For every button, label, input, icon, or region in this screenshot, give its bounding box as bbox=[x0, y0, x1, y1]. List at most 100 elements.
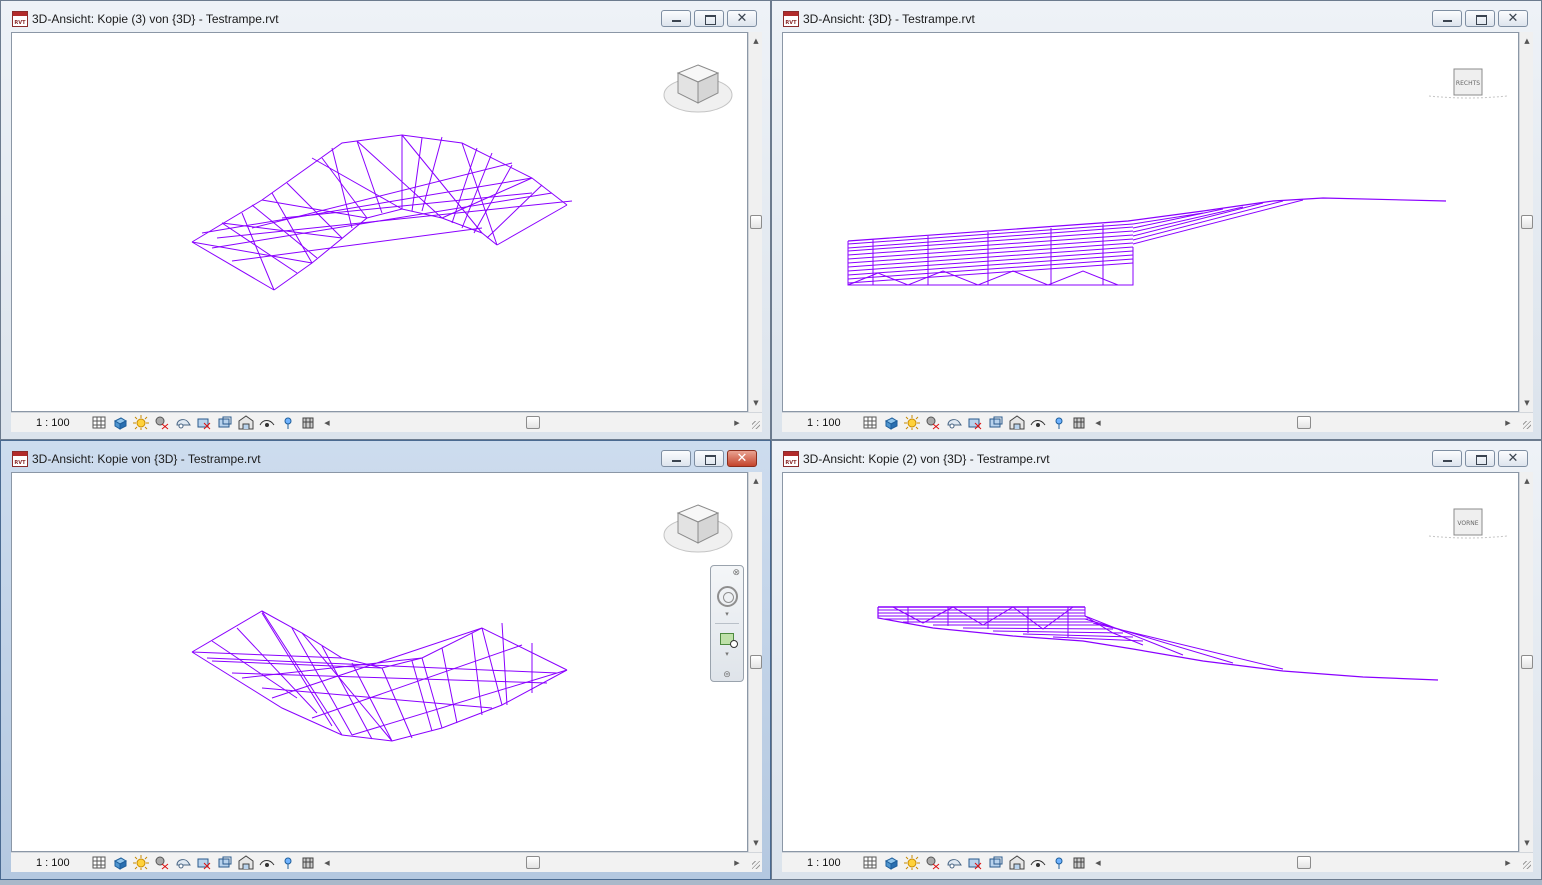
window-titlebar[interactable]: RVT 3D-Ansicht: Kopie von {3D} - Testram… bbox=[1, 441, 770, 471]
detail-level-icon[interactable] bbox=[91, 415, 107, 430]
scroll-left-arrow-icon[interactable]: ◀ bbox=[1092, 416, 1104, 430]
maximize-button[interactable] bbox=[694, 10, 724, 27]
show-crop-region-icon[interactable] bbox=[217, 855, 233, 870]
resize-grip-icon[interactable] bbox=[752, 421, 760, 429]
detail-level-icon[interactable] bbox=[862, 855, 878, 870]
horizontal-scrollbar[interactable]: ◀ ▶ bbox=[1092, 856, 1514, 870]
minimize-button[interactable] bbox=[1432, 450, 1462, 467]
visual-style-icon[interactable] bbox=[112, 415, 128, 430]
view-window-3[interactable]: RVT 3D-Ansicht: Kopie von {3D} - Testram… bbox=[0, 440, 771, 880]
highlight-icon[interactable] bbox=[301, 415, 317, 430]
close-button[interactable]: ✕ bbox=[727, 10, 757, 27]
chevron-down-icon[interactable]: ▾ bbox=[711, 650, 743, 658]
sun-path-icon[interactable] bbox=[133, 415, 149, 430]
reveal-hidden-icon[interactable] bbox=[259, 855, 275, 870]
show-crop-region-icon[interactable] bbox=[217, 415, 233, 430]
maximize-button[interactable] bbox=[694, 450, 724, 467]
drawing-canvas[interactable]: RECHTS bbox=[782, 32, 1519, 412]
sun-path-icon[interactable] bbox=[133, 855, 149, 870]
analysis-icon[interactable] bbox=[1051, 855, 1067, 870]
drawing-canvas[interactable] bbox=[11, 32, 748, 412]
window-titlebar[interactable]: RVT 3D-Ansicht: Kopie (2) von {3D} - Tes… bbox=[772, 441, 1541, 471]
scroll-down-arrow-icon[interactable]: ▼ bbox=[1520, 836, 1534, 850]
scroll-up-arrow-icon[interactable]: ▲ bbox=[1520, 474, 1534, 488]
scroll-thumb[interactable] bbox=[1521, 215, 1533, 229]
drawing-canvas[interactable]: ⊗ ▾ ▾ ⊜ bbox=[11, 472, 748, 852]
scroll-up-arrow-icon[interactable]: ▲ bbox=[1520, 34, 1534, 48]
analysis-icon[interactable] bbox=[280, 415, 296, 430]
scroll-left-arrow-icon[interactable]: ◀ bbox=[321, 856, 333, 870]
temporary-hide-icon[interactable] bbox=[1009, 415, 1025, 430]
scroll-right-arrow-icon[interactable]: ▶ bbox=[1502, 856, 1514, 870]
visual-style-icon[interactable] bbox=[112, 855, 128, 870]
viewcube-right[interactable]: RECHTS bbox=[1423, 67, 1507, 103]
reveal-hidden-icon[interactable] bbox=[1030, 415, 1046, 430]
navbar-close-icon[interactable]: ⊗ bbox=[732, 568, 740, 578]
temporary-hide-icon[interactable] bbox=[1009, 855, 1025, 870]
crop-view-icon[interactable] bbox=[196, 415, 212, 430]
rendering-icon[interactable] bbox=[175, 855, 191, 870]
chevron-down-icon[interactable]: ▾ bbox=[711, 610, 743, 618]
resize-grip-icon[interactable] bbox=[752, 861, 760, 869]
view-window-4[interactable]: RVT 3D-Ansicht: Kopie (2) von {3D} - Tes… bbox=[771, 440, 1542, 880]
horizontal-scrollbar[interactable]: ◀ ▶ bbox=[321, 856, 743, 870]
close-button[interactable]: ✕ bbox=[1498, 10, 1528, 27]
crop-view-icon[interactable] bbox=[967, 855, 983, 870]
resize-grip-icon[interactable] bbox=[1523, 861, 1531, 869]
vertical-scrollbar[interactable]: ▲ ▼ bbox=[1519, 32, 1533, 412]
reveal-hidden-icon[interactable] bbox=[259, 415, 275, 430]
sun-path-icon[interactable] bbox=[904, 415, 920, 430]
scroll-thumb[interactable] bbox=[1521, 655, 1533, 669]
analysis-icon[interactable] bbox=[280, 855, 296, 870]
shadows-icon[interactable] bbox=[925, 855, 941, 870]
visual-style-icon[interactable] bbox=[883, 415, 899, 430]
analysis-icon[interactable] bbox=[1051, 415, 1067, 430]
shadows-icon[interactable] bbox=[925, 415, 941, 430]
shadows-icon[interactable] bbox=[154, 415, 170, 430]
horizontal-scrollbar[interactable]: ◀ ▶ bbox=[1092, 416, 1514, 430]
zoom-icon[interactable] bbox=[720, 633, 738, 648]
highlight-icon[interactable] bbox=[301, 855, 317, 870]
minimize-button[interactable] bbox=[661, 450, 691, 467]
temporary-hide-icon[interactable] bbox=[238, 415, 254, 430]
view-scale[interactable]: 1 : 100 bbox=[36, 417, 70, 429]
viewcube-front[interactable]: VORNE bbox=[1423, 507, 1507, 543]
shadows-icon[interactable] bbox=[154, 855, 170, 870]
view-scale[interactable]: 1 : 100 bbox=[36, 857, 70, 869]
window-titlebar[interactable]: RVT 3D-Ansicht: Kopie (3) von {3D} - Tes… bbox=[1, 1, 770, 31]
viewcube-3d[interactable] bbox=[660, 497, 736, 561]
maximize-button[interactable] bbox=[1465, 450, 1495, 467]
rendering-icon[interactable] bbox=[946, 415, 962, 430]
scroll-thumb[interactable] bbox=[1297, 856, 1311, 869]
sun-path-icon[interactable] bbox=[904, 855, 920, 870]
scroll-up-arrow-icon[interactable]: ▲ bbox=[749, 474, 763, 488]
resize-grip-icon[interactable] bbox=[1523, 421, 1531, 429]
drawing-canvas[interactable]: VORNE bbox=[782, 472, 1519, 852]
scroll-up-arrow-icon[interactable]: ▲ bbox=[749, 34, 763, 48]
close-button[interactable]: ✕ bbox=[727, 450, 757, 467]
reveal-hidden-icon[interactable] bbox=[1030, 855, 1046, 870]
vertical-scrollbar[interactable]: ▲ ▼ bbox=[748, 472, 762, 852]
scroll-left-arrow-icon[interactable]: ◀ bbox=[1092, 856, 1104, 870]
detail-level-icon[interactable] bbox=[91, 855, 107, 870]
view-window-1[interactable]: RVT 3D-Ansicht: Kopie (3) von {3D} - Tes… bbox=[0, 0, 771, 440]
viewcube-3d[interactable] bbox=[660, 57, 736, 121]
scroll-thumb[interactable] bbox=[750, 655, 762, 669]
view-scale[interactable]: 1 : 100 bbox=[807, 417, 841, 429]
crop-view-icon[interactable] bbox=[196, 855, 212, 870]
window-titlebar[interactable]: RVT 3D-Ansicht: {3D} - Testrampe.rvt ✕ bbox=[772, 1, 1541, 31]
visual-style-icon[interactable] bbox=[883, 855, 899, 870]
scroll-thumb[interactable] bbox=[526, 416, 540, 429]
close-button[interactable]: ✕ bbox=[1498, 450, 1528, 467]
show-crop-region-icon[interactable] bbox=[988, 415, 1004, 430]
scroll-thumb[interactable] bbox=[750, 215, 762, 229]
navbar-options-icon[interactable]: ⊜ bbox=[711, 670, 743, 680]
show-crop-region-icon[interactable] bbox=[988, 855, 1004, 870]
scroll-right-arrow-icon[interactable]: ▶ bbox=[731, 416, 743, 430]
view-scale[interactable]: 1 : 100 bbox=[807, 857, 841, 869]
scroll-down-arrow-icon[interactable]: ▼ bbox=[1520, 396, 1534, 410]
temporary-hide-icon[interactable] bbox=[238, 855, 254, 870]
rendering-icon[interactable] bbox=[175, 415, 191, 430]
maximize-button[interactable] bbox=[1465, 10, 1495, 27]
scroll-down-arrow-icon[interactable]: ▼ bbox=[749, 836, 763, 850]
